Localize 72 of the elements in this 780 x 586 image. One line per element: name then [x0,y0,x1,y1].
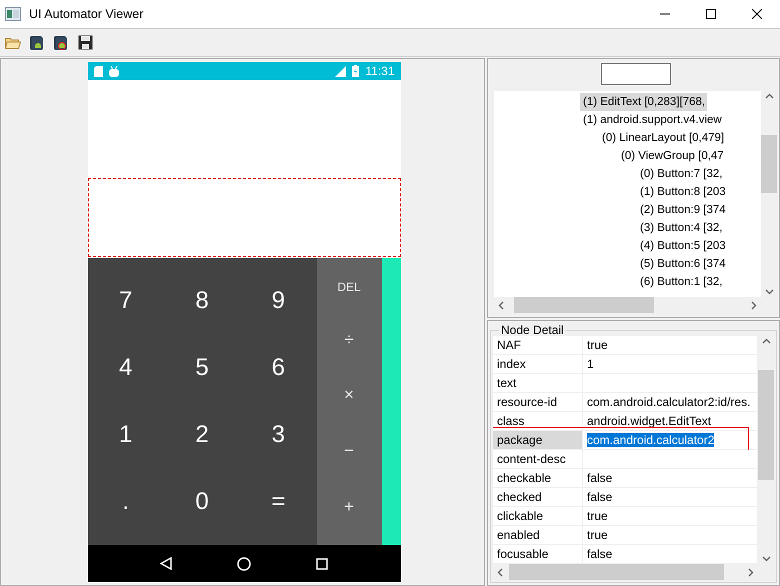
status-time: 11:31 [365,64,394,78]
property-name: checked [493,488,583,507]
property-value: com.android.calculator2:id/res. [583,393,758,412]
property-name: clickable [493,507,583,526]
tree-item[interactable]: (2) Button:9 [374 [637,201,728,219]
tree-item[interactable]: (1) android.support.v4.view [580,111,724,129]
property-name: resource-id [493,393,583,412]
property-value: true [583,507,758,526]
calculator-key: 1 [88,402,164,468]
square-icon [316,558,328,570]
tree-item[interactable]: (1) EditText [0,283][768, [580,93,708,111]
window-title: UI Automator Viewer [29,7,144,21]
calculator-key: . [88,468,164,535]
property-value: false [583,488,758,507]
calculator-key: 5 [164,334,240,402]
property-value: android.widget.EditText [583,412,758,431]
operator-key: × [344,385,354,406]
scroll-right-icon[interactable] [751,300,757,310]
operator-key: − [344,441,354,462]
sd-card-icon [94,66,102,76]
calculator-key: 0 [164,468,240,535]
tree-item[interactable]: (4) Button:5 [203 [637,237,728,255]
close-icon [752,9,762,19]
operator-key: DEL [337,280,361,294]
property-value: com.android.calculator2 [583,431,758,450]
property-value: 1 [583,355,758,374]
property-name: index [493,355,583,374]
tree-item[interactable]: (5) Button:6 [374 [637,255,728,273]
calculator-key: 8 [164,268,240,335]
tree-item[interactable]: (0) ViewGroup [0,47 [618,147,726,165]
calculator-key: 2 [164,402,240,468]
property-name: NAF [493,336,583,355]
group-title: Node Detail [500,325,565,336]
property-name: text [493,374,583,393]
app-icon [5,7,21,21]
property-name: checkable [493,469,583,488]
home-icon [237,556,251,570]
scroll-right-icon[interactable] [748,568,754,576]
tree-item[interactable]: (6) Button:1 [32, [637,273,724,291]
battery-icon [352,65,360,77]
scroll-left-icon[interactable] [497,568,503,576]
property-name: content-desc [493,450,583,469]
property-name: enabled [493,526,583,545]
operator-key: ÷ [344,330,354,350]
calculator-key: 3 [240,402,316,468]
calculator-key: 7 [88,268,164,335]
tree-item[interactable]: (3) Button:4 [32, [637,219,724,237]
input-field[interactable] [600,63,670,85]
tree-item[interactable]: (1) Button:8 [203 [637,183,728,201]
signal-icon [334,66,346,76]
scroll-down-icon[interactable] [764,289,774,295]
scroll-up-icon[interactable] [764,93,774,99]
scroll-down-icon[interactable] [762,556,770,562]
operator-key: + [344,497,354,518]
property-value: true [583,526,758,545]
property-value: false [583,545,758,564]
calculator-key: 9 [240,268,316,335]
tree-item[interactable]: (0) LinearLayout [0,479] [599,129,726,147]
back-icon [160,557,172,570]
property-name: class [493,412,583,431]
property-name: focusable [493,545,583,564]
scroll-up-icon[interactable] [762,338,770,344]
calculator-key: 6 [240,334,316,402]
property-name: package [493,431,583,450]
calculator-key: = [240,468,316,535]
tree-item[interactable]: (0) Button:7 [32, [637,165,724,183]
maximize-icon [706,9,716,19]
calculator-key: 4 [88,334,164,402]
scroll-left-icon[interactable] [498,300,504,310]
property-value: false [583,469,758,488]
property-value: true [583,336,758,355]
android-icon [108,66,118,76]
